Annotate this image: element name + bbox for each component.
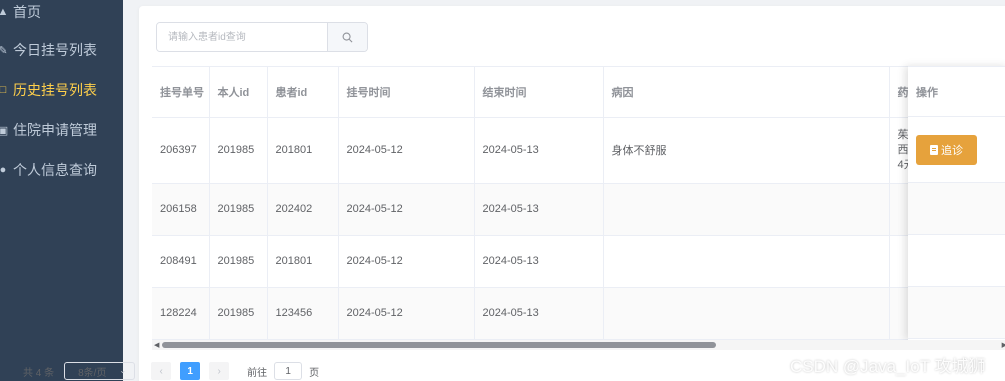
prev-page-button[interactable]: ‹ [151, 362, 172, 380]
search-icon [342, 32, 353, 42]
table-row: 206397 201985 201801 2024-05-12 2024-05-… [152, 117, 1005, 184]
sidebar-item-label: 个人信息查询 [13, 162, 97, 178]
watermark: CSDN @Java_IoT 攻城狮 [790, 357, 986, 376]
column-header: 患者id [267, 67, 339, 118]
page-unit-label: 页 [309, 367, 320, 379]
recheck-button[interactable]: 追诊 [916, 134, 977, 165]
search-button[interactable] [327, 23, 367, 51]
cell-registration-time: 2024-05-12 [338, 183, 475, 236]
edit-icon: ✎ [0, 44, 8, 57]
column-header: 挂号单号 [152, 67, 210, 118]
cell-registration-time: 2024-05-12 [338, 117, 475, 184]
chevron-down-icon: ⌄ [119, 366, 127, 375]
next-page-button[interactable]: › [209, 362, 230, 380]
scroll-right-arrow-icon[interactable]: ▶ [1002, 341, 1005, 349]
chevron-right-icon: › [217, 365, 221, 377]
horizontal-scrollbar[interactable]: ◀ ▶ [152, 340, 1005, 350]
cell-registration-no: 206397 [152, 117, 210, 184]
sidebar-item-today-registrations[interactable]: ✎ 今日挂号列表 [0, 30, 123, 70]
sidebar-item-label: 住院申请管理 [13, 122, 97, 138]
action-cell: 追诊 [908, 117, 1005, 183]
monitor-icon: □ [0, 84, 7, 96]
search-box [156, 22, 368, 52]
cell-end-time: 2024-05-13 [474, 183, 604, 236]
cell-cause [603, 235, 890, 288]
chevron-left-icon: ‹ [159, 365, 163, 377]
cell-registration-no: 208491 [152, 235, 210, 288]
action-cell [908, 183, 1005, 235]
page-size-select[interactable]: 8条/页 ⌄ [64, 362, 136, 380]
cell-registration-time: 2024-05-12 [338, 235, 475, 288]
sidebar-item-profile[interactable]: ● 个人信息查询 [0, 150, 123, 190]
cell-patient-id: 201801 [267, 117, 339, 184]
cell-end-time: 2024-05-13 [474, 117, 604, 184]
search-input[interactable] [157, 23, 328, 51]
total-count: 共 4 条 [23, 367, 55, 379]
cell-self-id: 201985 [209, 287, 268, 340]
table-row: 128224 201985 123456 2024-05-12 2024-05-… [152, 287, 1005, 340]
action-column-header: 操作 [908, 67, 1005, 117]
sidebar: ▲ 首页 ✎ 今日挂号列表 □ 历史挂号列表 ▣ 住院申请管理 ● 个人信息查询 [0, 0, 123, 381]
main-card: 挂号单号 本人id 患者id 挂号时间 结束时间 病因 药 206397 201… [139, 6, 1005, 381]
pagination: 共 4 条 8条/页 ⌄ ‹ 1 › 前往 页 [23, 361, 319, 381]
cell-patient-id: 201801 [267, 235, 339, 288]
cell-self-id: 201985 [209, 117, 268, 184]
column-header: 病因 [603, 67, 890, 118]
cell-cause [603, 183, 890, 236]
table-row: 206158 201985 202402 2024-05-12 2024-05-… [152, 183, 1005, 236]
column-header: 本人id [209, 67, 268, 118]
action-cell [908, 235, 1005, 287]
action-cell [908, 287, 1005, 339]
page-size-value: 8条/页 [78, 367, 107, 379]
column-header: 结束时间 [474, 67, 604, 118]
cell-cause: 身体不舒服 [603, 117, 890, 184]
goto-label: 前往 [247, 367, 268, 379]
page-number-button[interactable]: 1 [180, 362, 201, 380]
cell-end-time: 2024-05-13 [474, 235, 604, 288]
table-row: 208491 201985 201801 2024-05-12 2024-05-… [152, 235, 1005, 288]
scrollbar-thumb[interactable] [162, 342, 716, 348]
sidebar-item-label: 首页 [13, 4, 41, 20]
goto-page-input[interactable] [274, 362, 303, 380]
cell-registration-no: 128224 [152, 287, 210, 340]
document-icon: ▣ [0, 124, 9, 137]
cell-end-time: 2024-05-13 [474, 287, 604, 340]
recheck-button-label: 追诊 [941, 144, 963, 157]
cell-self-id: 201985 [209, 183, 268, 236]
cell-registration-time: 2024-05-12 [338, 287, 475, 340]
home-icon: ▲ [0, 6, 9, 18]
document-icon [930, 144, 938, 155]
cell-self-id: 201985 [209, 235, 268, 288]
cell-cause [603, 287, 890, 340]
cell-patient-id: 123456 [267, 287, 339, 340]
user-icon: ● [0, 164, 7, 176]
table-header-row: 挂号单号 本人id 患者id 挂号时间 结束时间 病因 药 [152, 67, 1005, 118]
sidebar-item-home[interactable]: ▲ 首页 [0, 0, 123, 32]
cell-registration-no: 206158 [152, 183, 210, 236]
sidebar-item-label: 历史挂号列表 [13, 82, 97, 98]
fixed-action-column: 操作 追诊 [908, 66, 1005, 340]
column-header: 挂号时间 [338, 67, 475, 118]
sidebar-item-hospitalization[interactable]: ▣ 住院申请管理 [0, 110, 123, 150]
sidebar-item-label: 今日挂号列表 [13, 42, 97, 58]
cell-patient-id: 202402 [267, 183, 339, 236]
registration-table: 挂号单号 本人id 患者id 挂号时间 结束时间 病因 药 206397 201… [152, 66, 1005, 350]
scroll-left-arrow-icon[interactable]: ◀ [154, 341, 159, 349]
sidebar-item-history-registrations[interactable]: □ 历史挂号列表 [0, 70, 123, 110]
